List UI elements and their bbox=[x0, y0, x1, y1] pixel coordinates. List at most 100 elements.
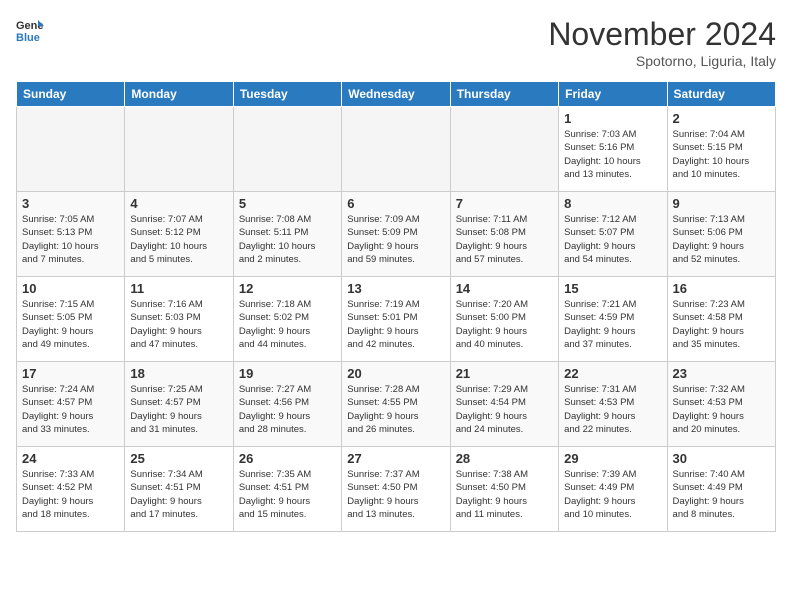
day-number: 27 bbox=[347, 451, 444, 466]
calendar-cell bbox=[233, 107, 341, 192]
day-info: Sunrise: 7:21 AM Sunset: 4:59 PM Dayligh… bbox=[564, 298, 661, 351]
day-info: Sunrise: 7:09 AM Sunset: 5:09 PM Dayligh… bbox=[347, 213, 444, 266]
calendar-cell: 30 Sunrise: 7:40 AM Sunset: 4:49 PM Dayli… bbox=[667, 447, 775, 532]
calendar-cell: 2 Sunrise: 7:04 AM Sunset: 5:15 PM Daylig… bbox=[667, 107, 775, 192]
day-number: 4 bbox=[130, 196, 227, 211]
calendar-cell: 27Sunrise: 7:37 AM Sunset: 4:50 PM Dayli… bbox=[342, 447, 450, 532]
day-number: 2 bbox=[673, 111, 770, 126]
day-number: 30 bbox=[673, 451, 770, 466]
day-number: 14 bbox=[456, 281, 553, 296]
calendar-cell: 24 Sunrise: 7:33 AM Sunset: 4:52 PM Dayli… bbox=[17, 447, 125, 532]
day-info: Sunrise: 7:19 AM Sunset: 5:01 PM Dayligh… bbox=[347, 298, 444, 351]
calendar-cell: 5 Sunrise: 7:08 AM Sunset: 5:11 PM Daylig… bbox=[233, 192, 341, 277]
day-info: Sunrise: 7:12 AM Sunset: 5:07 PM Dayligh… bbox=[564, 213, 661, 266]
day-info: Sunrise: 7:08 AM Sunset: 5:11 PM Dayligh… bbox=[239, 213, 336, 266]
calendar-cell: 12Sunrise: 7:18 AM Sunset: 5:02 PM Dayli… bbox=[233, 277, 341, 362]
calendar-cell: 22Sunrise: 7:31 AM Sunset: 4:53 PM Dayli… bbox=[559, 362, 667, 447]
calendar-cell: 1 Sunrise: 7:03 AM Sunset: 5:16 PM Daylig… bbox=[559, 107, 667, 192]
day-info: Sunrise: 7:27 AM Sunset: 4:56 PM Dayligh… bbox=[239, 383, 336, 436]
day-number: 3 bbox=[22, 196, 119, 211]
calendar-week-2: 3 Sunrise: 7:05 AM Sunset: 5:13 PM Daylig… bbox=[17, 192, 776, 277]
calendar-cell: 29 Sunrise: 7:39 AM Sunset: 4:49 PM Dayli… bbox=[559, 447, 667, 532]
day-number: 29 bbox=[564, 451, 661, 466]
day-info: Sunrise: 7:32 AM Sunset: 4:53 PM Dayligh… bbox=[673, 383, 770, 436]
day-info: Sunrise: 7:40 AM Sunset: 4:49 PM Dayligh… bbox=[673, 468, 770, 521]
day-info: Sunrise: 7:20 AM Sunset: 5:00 PM Dayligh… bbox=[456, 298, 553, 351]
calendar-cell: 4 Sunrise: 7:07 AM Sunset: 5:12 PM Daylig… bbox=[125, 192, 233, 277]
calendar-header-thursday: Thursday bbox=[450, 82, 558, 107]
calendar-cell: 26Sunrise: 7:35 AM Sunset: 4:51 PM Dayli… bbox=[233, 447, 341, 532]
day-number: 1 bbox=[564, 111, 661, 126]
calendar-cell: 13 Sunrise: 7:19 AM Sunset: 5:01 PM Dayli… bbox=[342, 277, 450, 362]
day-number: 26 bbox=[239, 451, 336, 466]
calendar-cell: 9 Sunrise: 7:13 AM Sunset: 5:06 PM Daylig… bbox=[667, 192, 775, 277]
day-info: Sunrise: 7:16 AM Sunset: 5:03 PM Dayligh… bbox=[130, 298, 227, 351]
calendar-cell bbox=[450, 107, 558, 192]
calendar-cell bbox=[125, 107, 233, 192]
day-number: 17 bbox=[22, 366, 119, 381]
calendar-cell: 14 Sunrise: 7:20 AM Sunset: 5:00 PM Dayli… bbox=[450, 277, 558, 362]
day-info: Sunrise: 7:29 AM Sunset: 4:54 PM Dayligh… bbox=[456, 383, 553, 436]
day-info: Sunrise: 7:05 AM Sunset: 5:13 PM Dayligh… bbox=[22, 213, 119, 266]
calendar-week-5: 24 Sunrise: 7:33 AM Sunset: 4:52 PM Dayli… bbox=[17, 447, 776, 532]
day-info: Sunrise: 7:15 AM Sunset: 5:05 PM Dayligh… bbox=[22, 298, 119, 351]
calendar-cell bbox=[17, 107, 125, 192]
location: Spotorno, Liguria, Italy bbox=[548, 53, 776, 69]
day-number: 16 bbox=[673, 281, 770, 296]
calendar-week-4: 17 Sunrise: 7:24 AM Sunset: 4:57 PM Dayli… bbox=[17, 362, 776, 447]
calendar-header-wednesday: Wednesday bbox=[342, 82, 450, 107]
calendar-cell: 16 Sunrise: 7:23 AM Sunset: 4:58 PM Dayli… bbox=[667, 277, 775, 362]
day-info: Sunrise: 7:04 AM Sunset: 5:15 PM Dayligh… bbox=[673, 128, 770, 181]
day-number: 25 bbox=[130, 451, 227, 466]
day-number: 5 bbox=[239, 196, 336, 211]
calendar-cell: 6 Sunrise: 7:09 AM Sunset: 5:09 PM Daylig… bbox=[342, 192, 450, 277]
calendar-cell: 3 Sunrise: 7:05 AM Sunset: 5:13 PM Daylig… bbox=[17, 192, 125, 277]
day-number: 8 bbox=[564, 196, 661, 211]
day-info: Sunrise: 7:25 AM Sunset: 4:57 PM Dayligh… bbox=[130, 383, 227, 436]
calendar-cell: 7 Sunrise: 7:11 AM Sunset: 5:08 PM Daylig… bbox=[450, 192, 558, 277]
calendar-cell: 11 Sunrise: 7:16 AM Sunset: 5:03 PM Dayli… bbox=[125, 277, 233, 362]
calendar-cell: 19 Sunrise: 7:27 AM Sunset: 4:56 PM Dayli… bbox=[233, 362, 341, 447]
day-info: Sunrise: 7:13 AM Sunset: 5:06 PM Dayligh… bbox=[673, 213, 770, 266]
calendar-header-saturday: Saturday bbox=[667, 82, 775, 107]
day-number: 11 bbox=[130, 281, 227, 296]
calendar-cell: 21 Sunrise: 7:29 AM Sunset: 4:54 PM Dayli… bbox=[450, 362, 558, 447]
day-number: 10 bbox=[22, 281, 119, 296]
month-title: November 2024 bbox=[548, 16, 776, 53]
day-number: 6 bbox=[347, 196, 444, 211]
day-number: 23 bbox=[673, 366, 770, 381]
day-info: Sunrise: 7:11 AM Sunset: 5:08 PM Dayligh… bbox=[456, 213, 553, 266]
day-number: 9 bbox=[673, 196, 770, 211]
title-block: November 2024 Spotorno, Liguria, Italy bbox=[548, 16, 776, 69]
calendar-header-tuesday: Tuesday bbox=[233, 82, 341, 107]
calendar-cell: 10 Sunrise: 7:15 AM Sunset: 5:05 PM Dayli… bbox=[17, 277, 125, 362]
day-number: 19 bbox=[239, 366, 336, 381]
day-number: 24 bbox=[22, 451, 119, 466]
calendar-header-row: SundayMondayTuesdayWednesdayThursdayFrid… bbox=[17, 82, 776, 107]
day-info: Sunrise: 7:39 AM Sunset: 4:49 PM Dayligh… bbox=[564, 468, 661, 521]
calendar-cell bbox=[342, 107, 450, 192]
logo-icon: General Blue bbox=[16, 16, 44, 44]
calendar-header-monday: Monday bbox=[125, 82, 233, 107]
day-info: Sunrise: 7:31 AM Sunset: 4:53 PM Dayligh… bbox=[564, 383, 661, 436]
day-info: Sunrise: 7:23 AM Sunset: 4:58 PM Dayligh… bbox=[673, 298, 770, 351]
day-info: Sunrise: 7:28 AM Sunset: 4:55 PM Dayligh… bbox=[347, 383, 444, 436]
calendar-header-friday: Friday bbox=[559, 82, 667, 107]
page-header: General Blue November 2024 Spotorno, Lig… bbox=[16, 16, 776, 69]
day-info: Sunrise: 7:03 AM Sunset: 5:16 PM Dayligh… bbox=[564, 128, 661, 181]
day-info: Sunrise: 7:34 AM Sunset: 4:51 PM Dayligh… bbox=[130, 468, 227, 521]
day-info: Sunrise: 7:38 AM Sunset: 4:50 PM Dayligh… bbox=[456, 468, 553, 521]
calendar-cell: 18Sunrise: 7:25 AM Sunset: 4:57 PM Dayli… bbox=[125, 362, 233, 447]
day-number: 28 bbox=[456, 451, 553, 466]
calendar-table: SundayMondayTuesdayWednesdayThursdayFrid… bbox=[16, 81, 776, 532]
calendar-header-sunday: Sunday bbox=[17, 82, 125, 107]
day-info: Sunrise: 7:33 AM Sunset: 4:52 PM Dayligh… bbox=[22, 468, 119, 521]
calendar-cell: 17 Sunrise: 7:24 AM Sunset: 4:57 PM Dayli… bbox=[17, 362, 125, 447]
day-number: 7 bbox=[456, 196, 553, 211]
day-number: 13 bbox=[347, 281, 444, 296]
day-number: 20 bbox=[347, 366, 444, 381]
day-info: Sunrise: 7:07 AM Sunset: 5:12 PM Dayligh… bbox=[130, 213, 227, 266]
day-number: 21 bbox=[456, 366, 553, 381]
day-info: Sunrise: 7:24 AM Sunset: 4:57 PM Dayligh… bbox=[22, 383, 119, 436]
calendar-cell: 28 Sunrise: 7:38 AM Sunset: 4:50 PM Dayli… bbox=[450, 447, 558, 532]
